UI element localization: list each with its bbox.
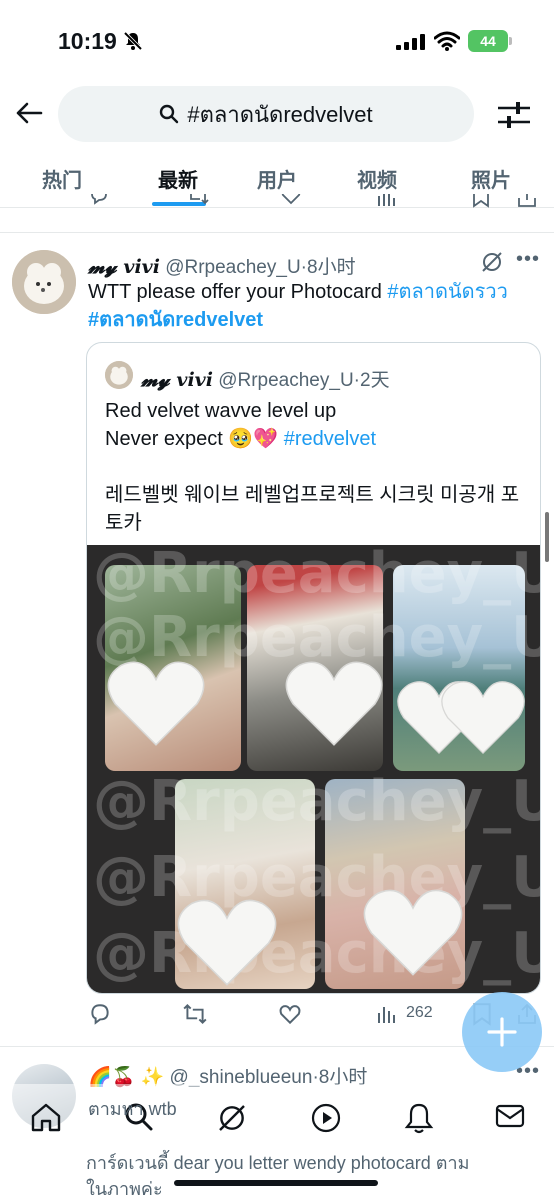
retweet-icon [183,1003,207,1025]
quote-header: 𝓶𝔂 vivi @Rrpeachey_U·2天 [141,365,390,392]
quote-user-handle: @Rrpeachey_U [218,370,354,391]
views-icon[interactable] [376,194,398,206]
views-count: 262 [406,1004,433,1021]
tab-videos[interactable]: 视频 [357,164,397,193]
quote-display-name: 𝓶𝔂 vivi [141,369,213,391]
quote-avatar [105,361,133,389]
tab-hot[interactable]: 热门 [42,164,82,193]
reply-button[interactable] [88,1002,112,1026]
search-icon [160,104,179,124]
home-icon[interactable] [30,1102,62,1132]
heart-sticker-icon [363,889,463,976]
quote-time: ·2天 [353,370,390,391]
bell-muted-icon [123,31,143,51]
next-tweet-line: ตามหา wtb [88,1099,177,1119]
divider [0,232,554,233]
heart-sticker-icon [107,661,205,746]
watermark-text: @Rrpeachey_U [93,545,541,606]
heart-sticker-icon [441,681,525,755]
watermark-text: @Rrpeachey_U [93,921,541,986]
wifi-icon [434,31,460,51]
back-button[interactable] [12,96,46,130]
back-arrow-icon [16,102,43,124]
like-icon[interactable] [280,194,302,206]
avatar-dog-image [105,361,133,389]
share-icon[interactable] [516,194,538,208]
quote-line: Red velvet wavve level up [105,400,337,422]
video-icon[interactable] [310,1102,342,1134]
avatar-dog-image [12,250,76,314]
retweet-button[interactable] [182,1002,208,1026]
views-button[interactable]: 262 [376,1002,433,1024]
bookmark-icon[interactable] [472,194,490,208]
reply-icon[interactable] [88,194,110,206]
notifications-icon[interactable] [404,1102,434,1134]
quote-text: Red velvet wavve level up Never expect 🥹… [105,397,525,537]
tab-latest[interactable]: 最新 [158,164,198,193]
cellular-signal-icon [396,34,425,50]
watermark-text: @Rrpeachey_U [93,845,541,910]
heart-sticker-icon [177,899,277,986]
tweet-header: 𝓶𝔂 vivi @Rrpeachey_U·8小时 [88,252,356,279]
next-tweet-line: การ์ดเวนดี้ dear you letter wendy photoc… [86,1153,470,1173]
display-name[interactable]: 𝓶𝔂 vivi [88,256,160,278]
status-bar: 10:19 44 [0,0,554,80]
quote-line: 레드벨벳 웨이브 레벨업프로젝트 시크릿 미공개 포토카 [105,484,520,534]
avatar[interactable] [12,250,76,314]
grok-icon[interactable] [480,250,504,274]
status-time: 10:19 [58,28,117,54]
heart-sticker-icon [285,661,383,746]
search-query: #ตลาดนัดredvelvet [187,101,373,127]
tweet-body: WTT please offer your Photocard [88,281,388,303]
like-icon [279,1005,301,1025]
home-indicator [174,1180,378,1186]
photocard-image[interactable]: @Rrpeachey_U @Rrpeachey_U @Rrpeachey_U @… [87,545,541,993]
scrollbar[interactable] [545,512,549,562]
grok-icon[interactable] [216,1102,248,1134]
like-button[interactable] [278,1002,302,1026]
tweet-text: WTT please offer your Photocard #ตลาดนัด… [88,278,544,334]
battery-indicator: 44 [468,30,508,52]
tab-users[interactable]: 用户 [257,164,297,193]
hashtag-link[interactable]: #redvelvet [284,428,376,450]
hashtag-link[interactable]: #ตลาดนัดรวว [387,281,507,303]
tab-photos[interactable]: 照片 [471,164,511,193]
previous-tweet-actions [0,194,554,216]
tweet-time: ·8小时 [300,257,356,278]
retweet-icon[interactable] [186,194,210,206]
quote-line-text: Never expect 🥹💖 [105,428,284,450]
quote-line: Never expect 🥹💖 #redvelvet [105,425,525,453]
quoted-tweet[interactable]: 𝓶𝔂 vivi @Rrpeachey_U·2天 Red velvet wavve… [86,342,541,994]
watermark-text: @Rrpeachey_U [93,769,541,834]
views-icon [378,1007,395,1023]
search-input[interactable]: #ตลาดนัดredvelvet [58,86,474,142]
filter-settings-button[interactable] [496,98,532,132]
more-options-icon[interactable]: ••• [516,248,540,271]
compose-button[interactable] [462,992,542,1072]
hashtag-link[interactable]: #ตลาดนัดredvelvet [88,309,263,331]
next-tweet-line: ในภาพค่ะ [86,1179,163,1199]
messages-icon[interactable] [494,1102,526,1130]
plus-icon [487,1017,517,1047]
reply-icon [91,1004,109,1025]
user-handle[interactable]: @Rrpeachey_U [165,257,300,278]
battery-tip [509,37,512,45]
